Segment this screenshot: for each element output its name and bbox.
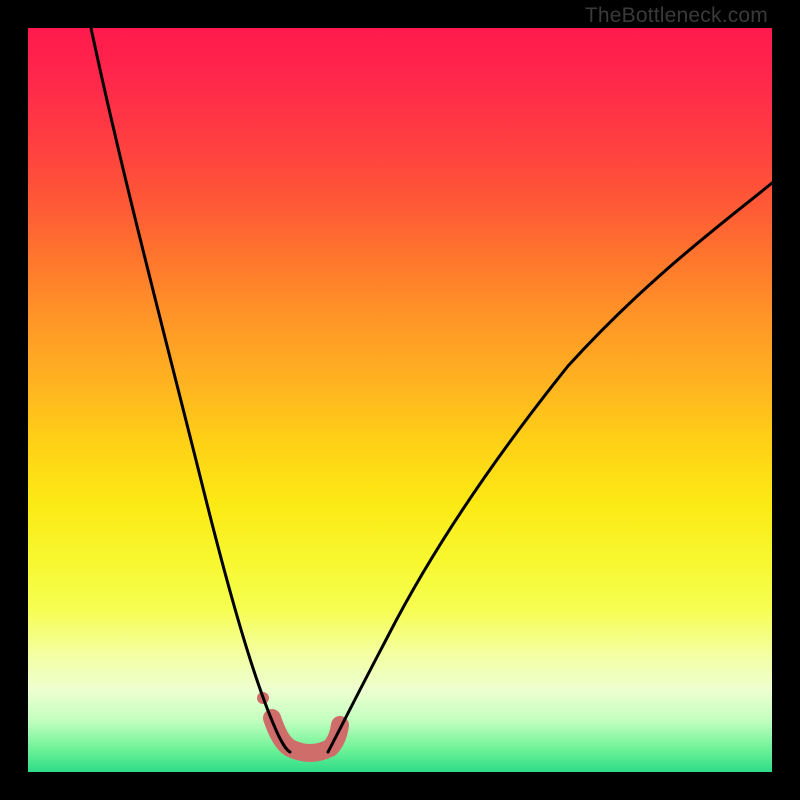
left-curve — [91, 28, 290, 752]
plot-area — [28, 28, 772, 772]
chart-svg — [28, 28, 772, 772]
watermark-text: TheBottleneck.com — [585, 4, 768, 28]
right-curve — [328, 183, 772, 752]
